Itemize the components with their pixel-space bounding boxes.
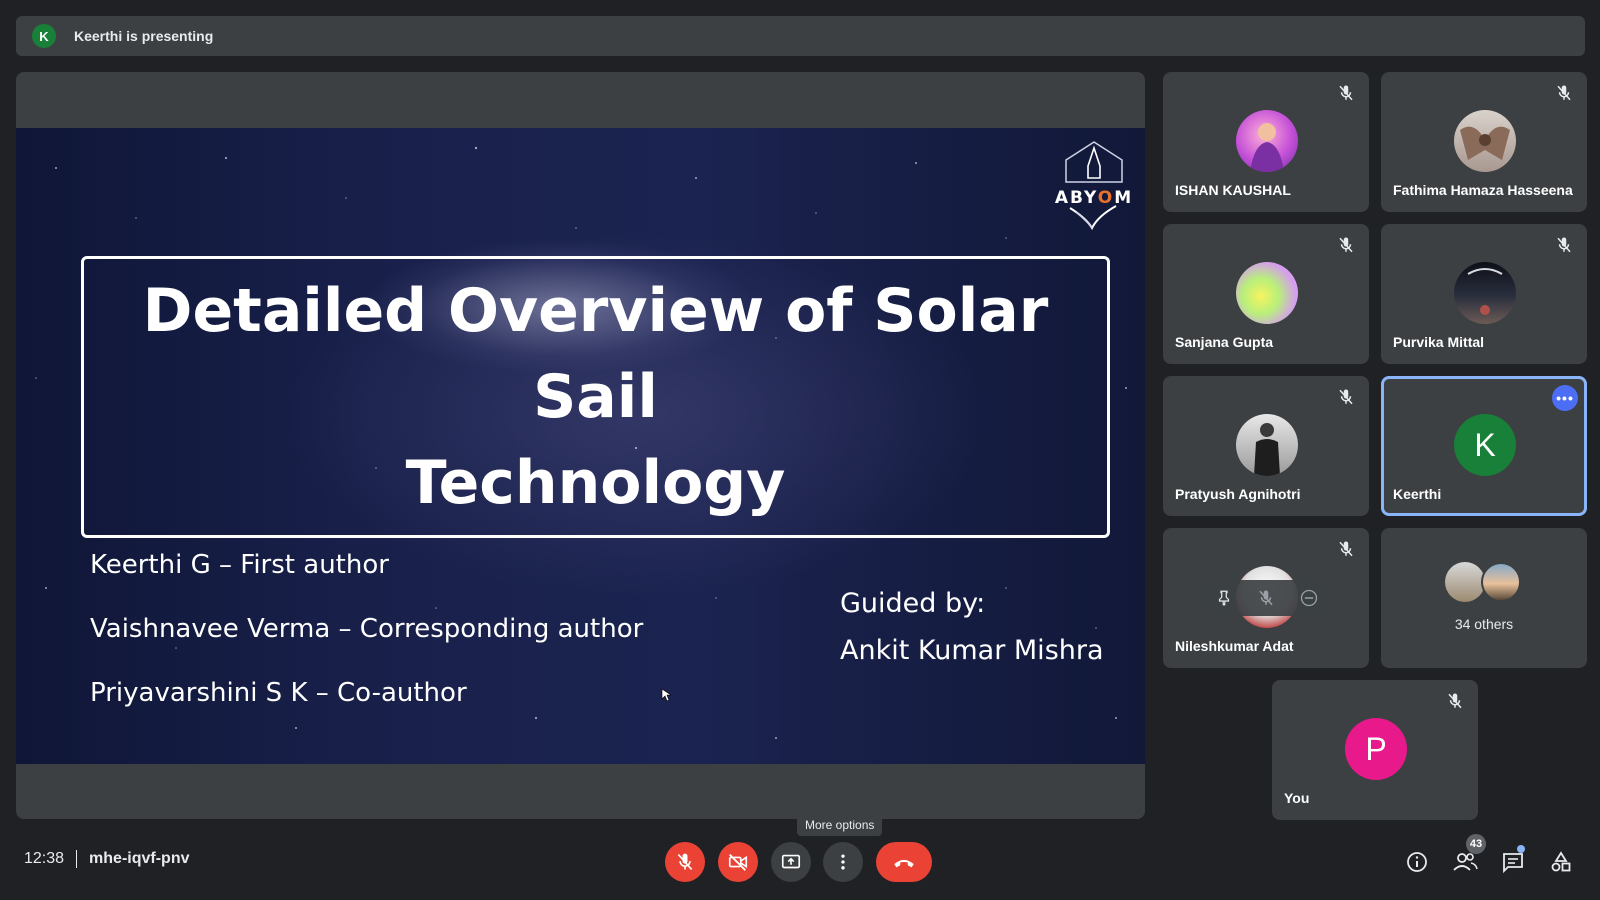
others-avatar-1 — [1445, 562, 1485, 602]
avatar: P — [1345, 718, 1407, 780]
participant-tile-pratyush[interactable]: Pratyush Agnihotri — [1163, 376, 1369, 516]
more-options-button[interactable] — [823, 842, 863, 882]
pin-icon[interactable] — [1215, 589, 1233, 607]
participant-tile-sanjana[interactable]: Sanjana Gupta — [1163, 224, 1369, 364]
others-avatar-2 — [1481, 562, 1521, 602]
clock-time: 12:38 — [24, 850, 65, 867]
mic-off-icon — [1339, 237, 1353, 253]
activities-icon — [1551, 851, 1571, 872]
rocket-logo-icon — [1065, 141, 1123, 231]
meeting-details-button[interactable] — [1403, 848, 1431, 876]
guide-name: Ankit Kumar Mishra — [840, 635, 1104, 666]
avatar — [1454, 262, 1516, 324]
logo-wordmark: ABYOM — [1054, 188, 1134, 208]
mic-off-icon — [1448, 693, 1462, 709]
participant-name: ISHAN KAUSHAL — [1175, 182, 1291, 198]
avatar: K — [1454, 414, 1516, 476]
presenter-banner: K Keerthi is presenting — [16, 16, 1585, 56]
microphone-toggle-button[interactable] — [665, 842, 705, 882]
participant-tile-purvika[interactable]: Purvika Mittal — [1381, 224, 1587, 364]
mic-off-icon — [1339, 85, 1353, 101]
avatar — [1454, 110, 1516, 172]
presenter-text: Keerthi is presenting — [74, 28, 214, 44]
mic-off-icon — [1557, 237, 1571, 253]
camera-toggle-button[interactable] — [718, 842, 758, 882]
participant-name: Fathima Hamaza Hasseena — [1393, 182, 1573, 198]
mouse-cursor-icon — [661, 688, 671, 702]
participant-count-badge: 43 — [1466, 834, 1486, 854]
present-screen-button[interactable] — [771, 842, 811, 882]
author-line-2: Vaishnavee Verma – Corresponding author — [90, 614, 644, 644]
participant-name: Pratyush Agnihotri — [1175, 486, 1301, 502]
participant-tile-nileshkumar[interactable]: Nileshkumar Adat — [1163, 528, 1369, 668]
avatar — [1236, 414, 1298, 476]
participant-name: Keerthi — [1393, 486, 1442, 502]
mic-off-icon — [1339, 541, 1353, 557]
participant-tile-keerthi[interactable]: K ••• Keerthi — [1381, 376, 1587, 516]
avatar — [1236, 110, 1298, 172]
author-line-3: Priyavarshini S K – Co-author — [90, 678, 467, 708]
more-options-tooltip: More options — [797, 814, 883, 836]
chat-icon — [1503, 853, 1523, 874]
participant-tile-ishan[interactable]: ISHAN KAUSHAL — [1163, 72, 1369, 212]
participant-name: You — [1284, 790, 1310, 806]
meeting-info: 12:38 mhe-iqvf-pnv — [24, 850, 190, 868]
participant-name: Nileshkumar Adat — [1175, 638, 1294, 654]
mute-participant-icon[interactable] — [1257, 589, 1275, 607]
activities-button[interactable] — [1547, 848, 1575, 876]
more-vert-icon — [841, 854, 845, 870]
participant-tile-you[interactable]: P You — [1272, 680, 1478, 820]
guided-by-label: Guided by: — [840, 588, 986, 619]
avatar — [1236, 262, 1298, 324]
tile-hover-controls — [1203, 580, 1331, 616]
participant-name: Sanjana Gupta — [1175, 334, 1274, 350]
others-tile[interactable]: 34 others — [1381, 528, 1587, 668]
presentation-stage: ABYOM Detailed Overview of Solar Sail Te… — [16, 72, 1145, 819]
remove-icon[interactable] — [1299, 588, 1319, 608]
more-options-icon[interactable]: ••• — [1552, 385, 1578, 411]
hang-up-icon — [894, 859, 914, 868]
others-count: 34 others — [1454, 616, 1514, 632]
shared-slide: ABYOM Detailed Overview of Solar Sail Te… — [16, 128, 1145, 764]
participant-name: Purvika Mittal — [1393, 334, 1485, 350]
unread-dot — [1517, 845, 1525, 853]
camera-off-icon — [728, 854, 748, 871]
divider — [76, 850, 78, 868]
abyom-logo: ABYOM — [1046, 138, 1142, 231]
mic-off-icon — [677, 853, 693, 871]
meeting-code: mhe-iqvf-pnv — [89, 850, 190, 867]
present-screen-icon — [781, 854, 801, 869]
slide-title-box: Detailed Overview of Solar Sail Technolo… — [81, 256, 1110, 538]
participant-tile-fathima[interactable]: Fathima Hamaza Hasseena — [1381, 72, 1587, 212]
mic-off-icon — [1339, 389, 1353, 405]
presenter-avatar: K — [32, 24, 56, 48]
author-line-1: Keerthi G – First author — [90, 550, 389, 580]
info-icon — [1407, 852, 1427, 872]
slide-title: Detailed Overview of Solar Sail Technolo… — [142, 276, 1049, 518]
leave-call-button[interactable] — [876, 842, 932, 882]
mic-off-icon — [1557, 85, 1571, 101]
